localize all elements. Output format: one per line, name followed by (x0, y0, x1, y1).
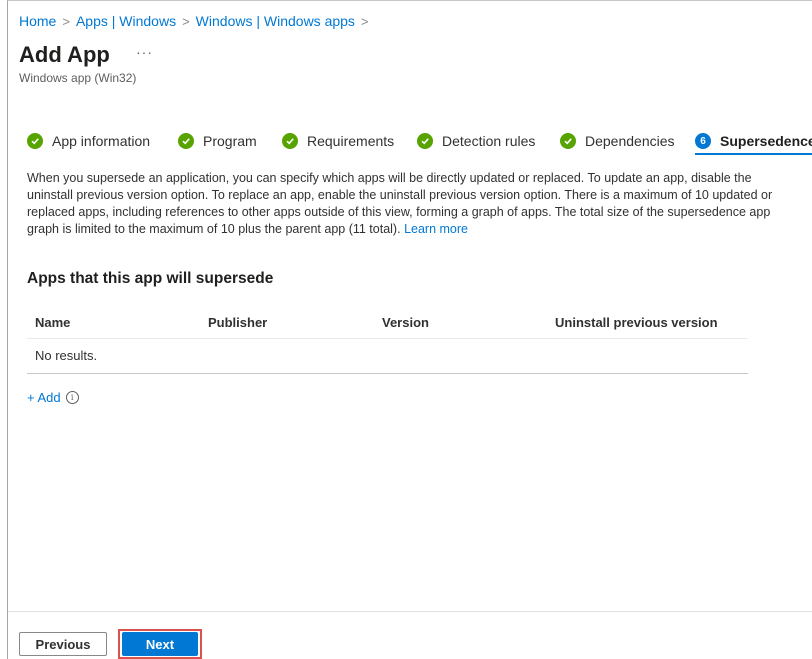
tab-supersedence[interactable]: 6 Supersedence (695, 130, 812, 152)
tab-label: Supersedence (720, 133, 812, 149)
page-title: Add App (19, 42, 110, 67)
column-header-publisher[interactable]: Publisher (208, 315, 267, 330)
supersede-table: Name Publisher Version Uninstall previou… (27, 306, 748, 374)
tab-requirements[interactable]: Requirements (282, 130, 394, 152)
info-icon[interactable]: i (65, 391, 79, 404)
description-text: When you supersede an application, you c… (27, 171, 773, 236)
tab-detection-rules[interactable]: Detection rules (417, 130, 535, 152)
column-header-uninstall-previous-version[interactable]: Uninstall previous version (555, 315, 718, 330)
previous-button[interactable]: Previous (19, 632, 107, 656)
page-subtitle: Windows app (Win32) (19, 71, 137, 85)
tab-label: Detection rules (442, 133, 536, 149)
breadcrumb-windows-apps-link[interactable]: Windows | Windows apps (196, 13, 355, 29)
tab-label: Requirements (307, 133, 395, 149)
next-button[interactable]: Next (122, 632, 198, 656)
supersedence-description: When you supersede an application, you c… (27, 170, 797, 238)
step-number-icon: 6 (695, 133, 711, 149)
add-app-button[interactable]: + Add i (27, 390, 79, 405)
breadcrumb-home-link[interactable]: Home (19, 13, 56, 29)
add-label: + Add (27, 390, 61, 405)
breadcrumb: Home > Apps | Windows > Windows | Windows ap… (19, 13, 375, 29)
checkmark-icon (417, 133, 433, 149)
tab-app-information[interactable]: App information (27, 130, 150, 152)
tab-label: Dependencies (585, 133, 675, 149)
checkmark-icon (27, 133, 43, 149)
learn-more-link[interactable]: Learn more (404, 222, 468, 236)
table-row: No results. (27, 339, 748, 374)
chevron-right-icon: > (62, 14, 70, 29)
tab-label: App information (52, 133, 151, 149)
more-options-icon[interactable]: ··· (136, 44, 153, 60)
chevron-right-icon: > (182, 14, 190, 29)
column-header-version[interactable]: Version (382, 315, 429, 330)
active-tab-indicator (695, 153, 812, 155)
tab-program[interactable]: Program (178, 130, 257, 152)
checkmark-icon (560, 133, 576, 149)
tab-dependencies[interactable]: Dependencies (560, 130, 675, 152)
checkmark-icon (178, 133, 194, 149)
table-header: Name Publisher Version Uninstall previou… (27, 306, 748, 339)
checkmark-icon (282, 133, 298, 149)
column-header-name[interactable]: Name (35, 315, 70, 330)
footer-divider (8, 611, 812, 612)
section-title: Apps that this app will supersede (27, 270, 274, 287)
empty-results-text: No results. (35, 348, 98, 363)
tab-label: Program (203, 133, 257, 149)
breadcrumb-apps-windows-link[interactable]: Apps | Windows (76, 13, 176, 29)
chevron-right-icon: > (360, 14, 369, 29)
